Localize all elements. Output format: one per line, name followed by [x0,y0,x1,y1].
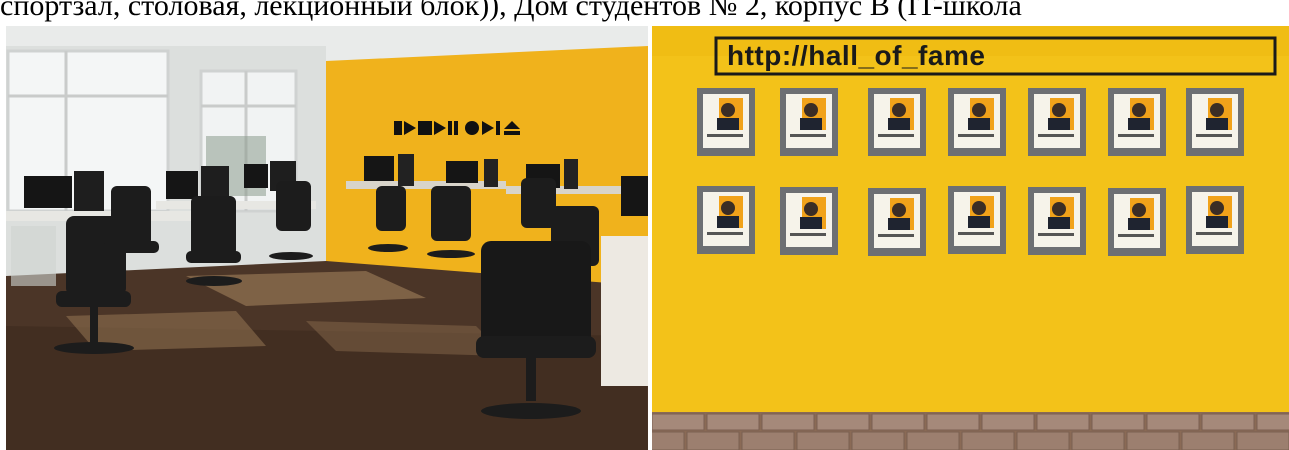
portrait-poster [1186,88,1244,156]
caption-text: спортзал, столовая, лекционный блок)), Д… [0,0,1022,22]
portrait-poster [697,88,755,156]
hall-of-fame-photo [652,26,1289,450]
portrait-poster [868,88,926,156]
portrait-poster [780,187,838,255]
portrait-poster [1108,88,1166,156]
portrait-poster [1108,188,1166,256]
portrait-poster [1028,88,1086,156]
portrait-poster [697,186,755,254]
portrait-poster [948,186,1006,254]
portrait-poster [1028,187,1086,255]
portrait-poster [868,188,926,256]
hall-of-fame-sign: http://hall_of_fame [727,40,986,71]
classroom-photo [6,26,648,450]
portrait-poster [1186,186,1244,254]
portrait-poster [780,88,838,156]
portrait-poster [948,88,1006,156]
